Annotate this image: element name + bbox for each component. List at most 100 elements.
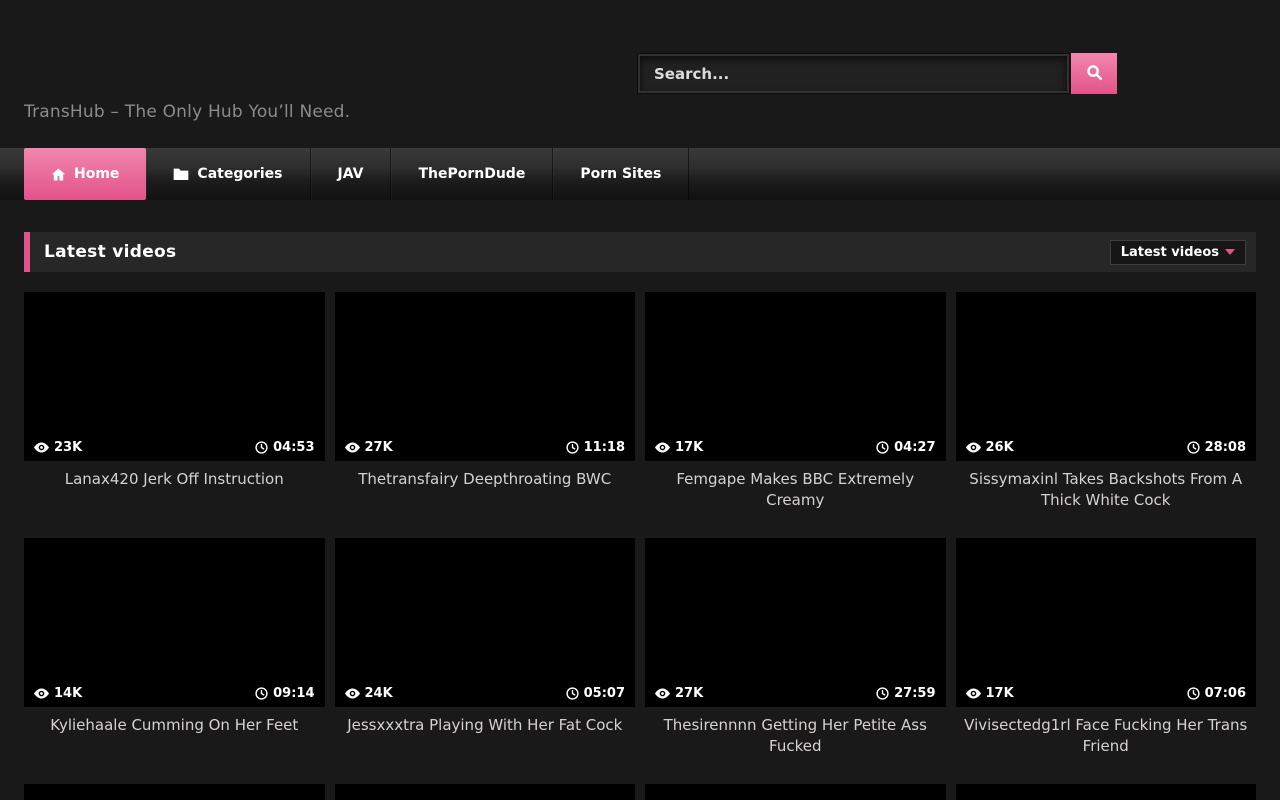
video-grid: 23K 04:53 Lanax420 Jerk Off Instruction — [24, 292, 1256, 800]
clock-icon — [255, 687, 268, 700]
video-card[interactable]: 26K 28:08 Sissymaxinl Takes Backshots Fr… — [956, 292, 1257, 511]
video-title: Sissymaxinl Takes Backshots From A Thick… — [956, 461, 1257, 511]
video-stats: 24K 05:07 — [335, 680, 636, 707]
video-card[interactable]: 17K 07:06 Vivisectedg1rl Face Fucking He… — [956, 538, 1257, 757]
video-duration: 04:53 — [255, 440, 314, 455]
video-stats: 17K 04:27 — [645, 434, 946, 461]
duration-value: 05:07 — [584, 686, 625, 701]
video-title: Thesirennnn Getting Her Petite Ass Fucke… — [645, 707, 946, 757]
duration-value: 04:27 — [894, 440, 935, 455]
video-stats: 17K 07:06 — [956, 680, 1257, 707]
nav-item-label: ThePornDude — [418, 166, 525, 182]
video-thumbnail[interactable] — [24, 784, 325, 800]
duration-value: 04:53 — [273, 440, 314, 455]
clock-icon — [255, 441, 268, 454]
video-card[interactable]: 17K 04:27 Femgape Makes BBC Extremely Cr… — [645, 292, 946, 511]
sort-dropdown-label: Latest videos — [1121, 245, 1219, 260]
search-bar — [638, 54, 1117, 94]
nav-item-theporndude[interactable]: ThePornDude — [391, 148, 553, 200]
site-header: TransHub – The Only Hub You’ll Need. — [0, 0, 1280, 148]
view-count: 17K — [655, 440, 703, 455]
video-card[interactable] — [24, 784, 325, 800]
main-content: Latest videos Latest videos 23K — [0, 232, 1280, 800]
duration-value: 28:08 — [1205, 440, 1246, 455]
video-title: Thetransfairy Deepthroating BWC — [335, 461, 636, 505]
view-count: 27K — [655, 686, 703, 701]
nav-item-categories[interactable]: Categories — [146, 148, 310, 200]
eye-icon — [345, 442, 360, 453]
video-title: Kyliehaale Cumming On Her Feet — [24, 707, 325, 751]
clock-icon — [876, 687, 889, 700]
view-count-value: 14K — [54, 686, 82, 701]
video-thumbnail[interactable]: 24K 05:07 — [335, 538, 636, 707]
video-card[interactable]: 14K 09:14 Kyliehaale Cumming On Her Feet — [24, 538, 325, 757]
video-card[interactable]: 23K 04:53 Lanax420 Jerk Off Instruction — [24, 292, 325, 511]
view-count-value: 27K — [365, 440, 393, 455]
clock-icon — [566, 441, 579, 454]
view-count: 17K — [966, 686, 1014, 701]
duration-value: 09:14 — [273, 686, 314, 701]
view-count: 26K — [966, 440, 1014, 455]
view-count-value: 23K — [54, 440, 82, 455]
nav-item-label: Home — [74, 166, 119, 182]
video-thumbnail[interactable]: 27K 11:18 — [335, 292, 636, 461]
nav-item-home[interactable]: Home — [24, 148, 146, 200]
search-input[interactable] — [638, 54, 1069, 93]
video-card[interactable]: 27K 11:18 Thetransfairy Deepthroating BW… — [335, 292, 636, 511]
eye-icon — [345, 688, 360, 699]
video-card[interactable] — [335, 784, 636, 800]
eye-icon — [34, 688, 49, 699]
video-thumbnail[interactable]: 17K 07:06 — [956, 538, 1257, 707]
nav-item-label: JAV — [338, 166, 364, 182]
video-thumbnail[interactable]: 27K 27:59 — [645, 538, 946, 707]
video-card[interactable] — [645, 784, 946, 800]
nav-item-porn-sites[interactable]: Porn Sites — [553, 148, 689, 200]
view-count-value: 24K — [365, 686, 393, 701]
video-duration: 11:18 — [566, 440, 625, 455]
sort-dropdown[interactable]: Latest videos — [1110, 240, 1246, 265]
clock-icon — [1187, 687, 1200, 700]
video-stats: 27K 11:18 — [335, 434, 636, 461]
folder-icon — [173, 167, 189, 181]
video-stats: 27K 27:59 — [645, 680, 946, 707]
video-thumbnail[interactable]: 17K 04:27 — [645, 292, 946, 461]
video-thumbnail[interactable]: 26K 28:08 — [956, 292, 1257, 461]
video-card[interactable]: 27K 27:59 Thesirennnn Getting Her Petite… — [645, 538, 946, 757]
eye-icon — [655, 442, 670, 453]
video-stats: 14K 09:14 — [24, 680, 325, 707]
section-title: Latest videos — [44, 242, 176, 262]
video-title: Lanax420 Jerk Off Instruction — [24, 461, 325, 505]
clock-icon — [1187, 441, 1200, 454]
video-thumbnail[interactable]: 23K 04:53 — [24, 292, 325, 461]
video-thumbnail[interactable] — [335, 784, 636, 800]
duration-value: 07:06 — [1205, 686, 1246, 701]
video-duration: 27:59 — [876, 686, 935, 701]
home-icon — [51, 167, 66, 182]
video-duration: 04:27 — [876, 440, 935, 455]
section-header: Latest videos Latest videos — [24, 232, 1256, 272]
view-count-value: 26K — [986, 440, 1014, 455]
site-tagline: TransHub – The Only Hub You’ll Need. — [24, 102, 350, 122]
view-count: 14K — [34, 686, 82, 701]
video-stats: 23K 04:53 — [24, 434, 325, 461]
eye-icon — [655, 688, 670, 699]
clock-icon — [566, 687, 579, 700]
caret-down-icon — [1225, 249, 1235, 255]
view-count-value: 17K — [986, 686, 1014, 701]
video-thumbnail[interactable] — [956, 784, 1257, 800]
video-thumbnail[interactable]: 14K 09:14 — [24, 538, 325, 707]
search-button[interactable] — [1071, 53, 1117, 94]
video-thumbnail[interactable] — [645, 784, 946, 800]
view-count: 24K — [345, 686, 393, 701]
nav-item-label: Porn Sites — [580, 166, 661, 182]
view-count-value: 27K — [675, 686, 703, 701]
video-card[interactable] — [956, 784, 1257, 800]
view-count: 27K — [345, 440, 393, 455]
video-title: Jessxxxtra Playing With Her Fat Cock — [335, 707, 636, 751]
video-stats: 26K 28:08 — [956, 434, 1257, 461]
video-card[interactable]: 24K 05:07 Jessxxxtra Playing With Her Fa… — [335, 538, 636, 757]
main-nav: Home Categories JAV ThePornDude Porn Sit… — [0, 148, 1280, 200]
nav-item-jav[interactable]: JAV — [311, 148, 392, 200]
video-title: Vivisectedg1rl Face Fucking Her Trans Fr… — [956, 707, 1257, 757]
duration-value: 27:59 — [894, 686, 935, 701]
